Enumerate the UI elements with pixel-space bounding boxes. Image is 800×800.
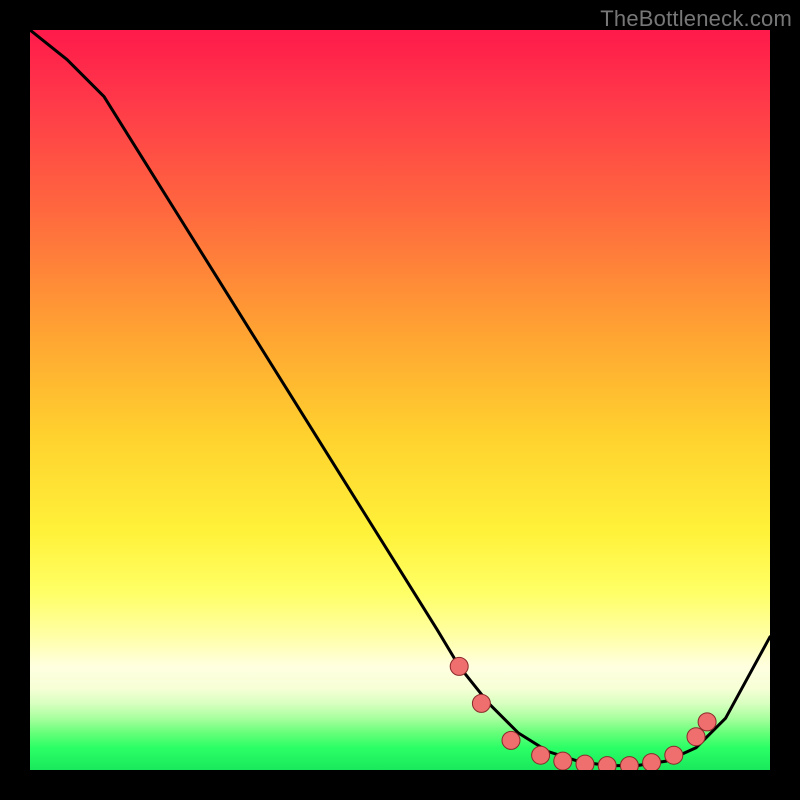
data-marker: [698, 713, 716, 731]
chart-frame: TheBottleneck.com: [0, 0, 800, 800]
curve-group: [30, 30, 770, 766]
data-marker: [450, 657, 468, 675]
marker-group: [450, 657, 716, 770]
data-marker: [643, 754, 661, 770]
curve-layer: [30, 30, 770, 770]
data-marker: [532, 746, 550, 764]
data-marker: [620, 757, 638, 770]
data-marker: [502, 731, 520, 749]
plot-area: [30, 30, 770, 770]
bottleneck-curve: [30, 30, 770, 766]
data-marker: [576, 755, 594, 770]
data-marker: [665, 746, 683, 764]
data-marker: [687, 728, 705, 746]
data-marker: [554, 752, 572, 770]
data-marker: [472, 694, 490, 712]
watermark-text: TheBottleneck.com: [600, 6, 792, 32]
data-marker: [598, 757, 616, 770]
